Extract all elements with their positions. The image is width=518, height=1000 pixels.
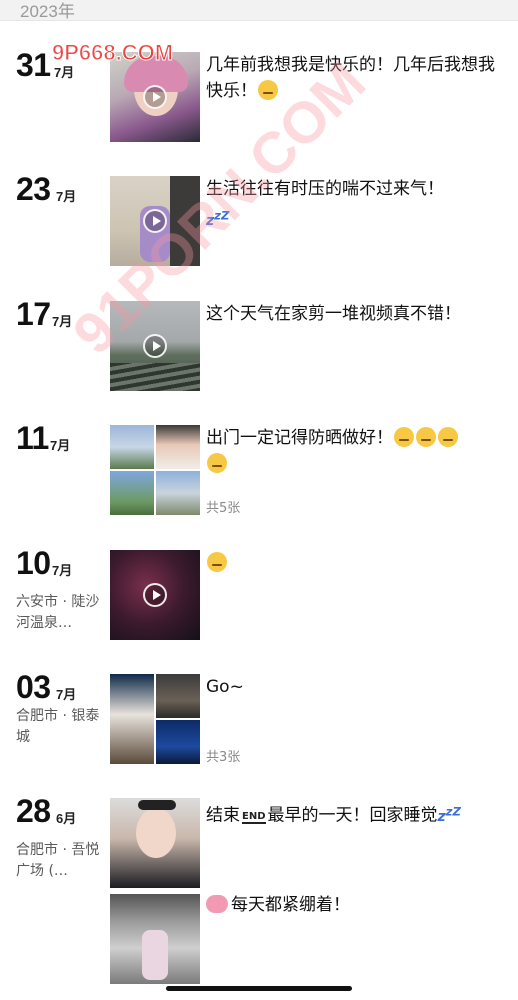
photo-thumbnail[interactable] [110,894,200,984]
post-text: 生活往往有时压的喘不过来气！ zzZ [206,179,444,229]
post-text: 这个天气在家剪一堆视频真不错！ [206,304,461,324]
grid-photo[interactable] [156,674,200,718]
day-number: 17 [16,296,51,332]
play-icon[interactable] [143,209,167,233]
play-icon[interactable] [143,334,167,358]
location-label[interactable]: 合肥市 · 银泰城 [16,706,102,748]
pensive-emoji [394,427,414,447]
month-label: 6月 [56,811,77,826]
grid-photo[interactable] [156,425,200,469]
post-text: 结束 END 最早的一天！回家睡觉zzZ [206,804,461,826]
grid-photo[interactable] [156,471,200,515]
zzz-icon: zzZ [437,804,461,825]
photo-grid[interactable] [110,674,200,764]
play-icon[interactable] [143,85,167,109]
year-label: 2023年 [20,2,75,21]
post-text [206,550,506,576]
location-label[interactable]: 六安市 · 陡沙河温泉… [16,592,102,634]
pensive-emoji [258,80,278,100]
pensive-emoji [438,427,458,447]
home-indicator [166,986,352,991]
grid-photo[interactable] [110,425,154,469]
grid-photo[interactable] [110,674,154,764]
zzz-icon: zzZ [206,208,230,229]
month-label: 7月 [50,438,71,453]
video-thumbnail[interactable] [110,301,200,391]
photo-grid[interactable] [110,425,200,515]
photo-count: 共3张 [206,750,241,765]
day-number: 11 [16,420,49,456]
post-text: Go~ [206,677,244,697]
day-number: 28 [16,793,51,829]
grid-photo[interactable] [110,471,154,515]
month-label: 7月 [52,563,73,578]
post-text: 每天都紧绷着！ [206,892,506,918]
end-arrow-icon: END [242,810,266,824]
pensive-emoji [207,453,227,473]
photo-thumbnail[interactable] [110,798,200,888]
day-number: 10 [16,545,51,581]
video-thumbnail[interactable] [110,176,200,266]
day-number: 23 [16,171,51,207]
grinning-emoji [207,552,227,572]
video-thumbnail[interactable] [110,52,200,142]
year-header: 2023年 [0,0,518,21]
month-label: 7月 [52,314,73,329]
brain-icon [206,895,228,913]
pensive-emoji [416,427,436,447]
video-thumbnail[interactable] [110,550,200,640]
post-text: 几年前我想我是快乐的！几年后我想我快乐！ [206,55,495,101]
post-text: 出门一定记得防晒做好！ [206,425,506,477]
day-number: 31 [16,47,51,83]
month-label: 7月 [56,189,77,204]
location-label[interactable]: 合肥市 · 吾悦广场 (… [16,840,102,882]
day-number: 03 [16,669,51,705]
photo-count: 共5张 [206,501,241,516]
month-label: 7月 [54,65,75,80]
month-label: 7月 [56,687,77,702]
play-icon[interactable] [143,583,167,607]
grid-photo[interactable] [156,720,200,764]
